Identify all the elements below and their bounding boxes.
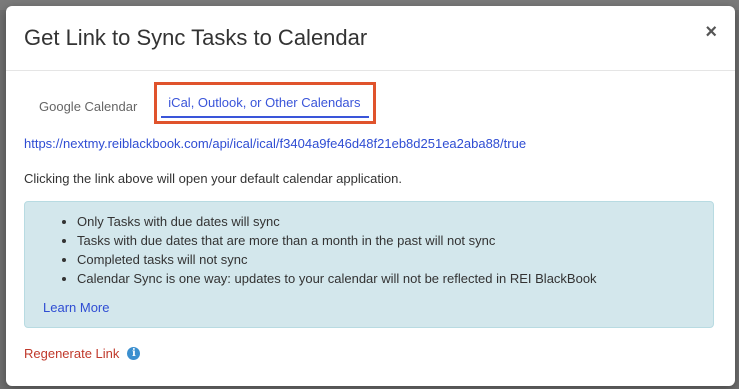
tab-ical-outlook-other[interactable]: iCal, Outlook, or Other Calendars <box>161 88 369 118</box>
sync-calendar-modal: Get Link to Sync Tasks to Calendar × Goo… <box>6 6 735 386</box>
info-list: Only Tasks with due dates will sync Task… <box>25 212 597 288</box>
tab-google-calendar[interactable]: Google Calendar <box>24 88 152 124</box>
regenerate-row: Regenerate Link i <box>24 346 141 361</box>
info-icon[interactable]: i <box>127 347 141 360</box>
close-icon[interactable]: × <box>705 22 717 42</box>
list-item: Completed tasks will not sync <box>77 250 597 269</box>
list-item: Only Tasks with due dates will sync <box>77 212 597 231</box>
modal-header: Get Link to Sync Tasks to Calendar × <box>6 6 735 71</box>
calendar-tabs: Google Calendar iCal, Outlook, or Other … <box>24 82 376 124</box>
info-box: Only Tasks with due dates will sync Task… <box>24 201 714 328</box>
calendar-sync-link[interactable]: https://nextmy.reiblackbook.com/api/ical… <box>24 136 526 151</box>
modal-title: Get Link to Sync Tasks to Calendar <box>24 25 368 50</box>
highlight-box: iCal, Outlook, or Other Calendars <box>154 82 376 124</box>
learn-more-link[interactable]: Learn More <box>43 300 109 315</box>
list-item: Tasks with due dates that are more than … <box>77 231 597 250</box>
regenerate-link[interactable]: Regenerate Link <box>24 346 119 361</box>
helper-text: Clicking the link above will open your d… <box>24 171 402 186</box>
list-item: Calendar Sync is one way: updates to you… <box>77 269 597 288</box>
